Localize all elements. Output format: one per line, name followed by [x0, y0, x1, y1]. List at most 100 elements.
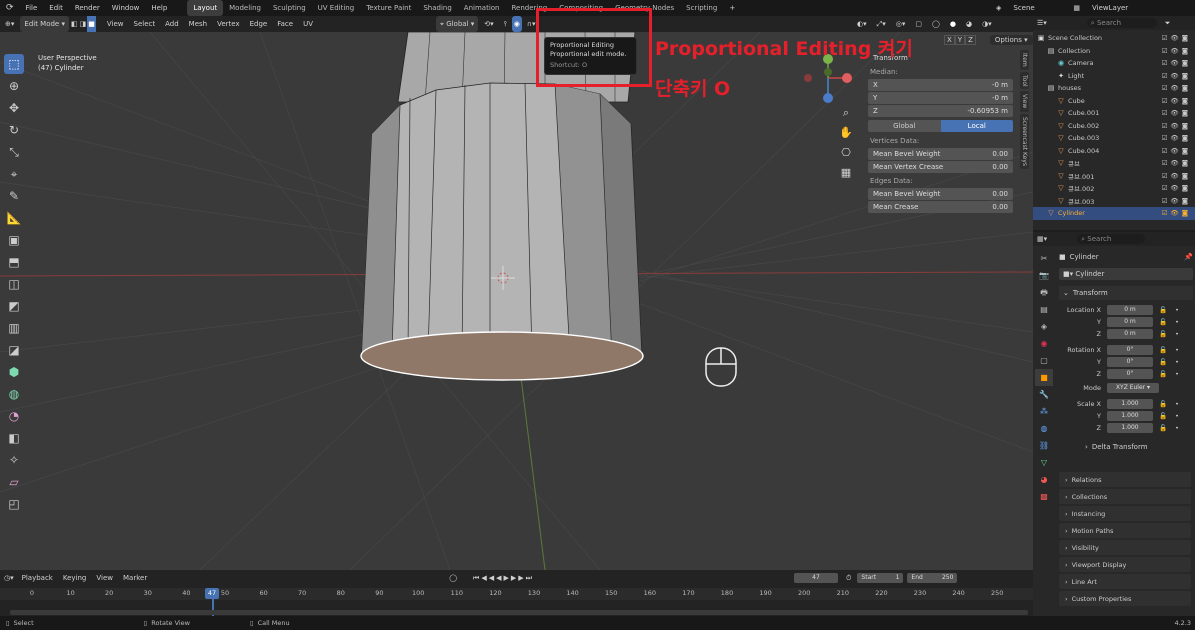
- rip-tool-icon[interactable]: ◰: [4, 494, 24, 514]
- camera-render-icon[interactable]: ◙: [1182, 122, 1191, 130]
- outliner-item[interactable]: ▽ Cube.004 ☑👁◙: [1033, 145, 1195, 158]
- workspace-tab-texture-paint[interactable]: Texture Paint: [360, 0, 417, 16]
- spin-tool-icon[interactable]: ◍: [4, 384, 24, 404]
- menu-window[interactable]: Window: [106, 0, 146, 16]
- particles-tab-icon[interactable]: ⁂: [1035, 403, 1053, 420]
- header-menu-uv[interactable]: UV: [298, 16, 318, 32]
- visibility-icon[interactable]: ◐▾: [852, 16, 872, 32]
- camera-render-icon[interactable]: ◙: [1182, 197, 1191, 205]
- lock-icon[interactable]: 🔓: [1159, 424, 1167, 432]
- outliner-editor-icon[interactable]: ☰▾: [1037, 19, 1047, 27]
- camera-render-icon[interactable]: ◙: [1182, 159, 1191, 167]
- select-mode-face-icon[interactable]: ■: [87, 16, 96, 32]
- keyframe-dot-icon[interactable]: •: [1175, 306, 1179, 314]
- data-tab-icon[interactable]: ▽: [1035, 454, 1053, 471]
- lock-icon[interactable]: 🔓: [1159, 358, 1167, 366]
- edge-slide-tool-icon[interactable]: ◧: [4, 428, 24, 448]
- loop-cut-tool-icon[interactable]: ▥: [4, 318, 24, 338]
- object-tab-icon[interactable]: ■: [1035, 369, 1053, 386]
- header-menu-face[interactable]: Face: [272, 16, 298, 32]
- timeline-scrollbar[interactable]: [10, 610, 1028, 615]
- menu-render[interactable]: Render: [69, 0, 106, 16]
- xray-icon[interactable]: ▢: [910, 16, 927, 32]
- snap-icon[interactable]: ⫯: [499, 16, 512, 32]
- keyframe-dot-icon[interactable]: •: [1175, 424, 1179, 432]
- outliner-item[interactable]: ▽ 큐브.001 ☑👁◙: [1033, 170, 1195, 183]
- timeline-menu-view[interactable]: View: [96, 574, 113, 582]
- header-menu-mesh[interactable]: Mesh: [184, 16, 212, 32]
- shading-render-icon[interactable]: ◑▾: [977, 16, 997, 32]
- npanel-tab-tool[interactable]: Tool: [1020, 71, 1029, 90]
- eye-icon[interactable]: 👁: [1170, 47, 1181, 55]
- mode-dropdown[interactable]: Edit Mode ▾: [20, 16, 69, 32]
- outliner-item[interactable]: ▽ Cube.003 ☑👁◙: [1033, 132, 1195, 145]
- ortho-grid-icon[interactable]: ▦: [838, 166, 854, 186]
- keyframe-dot-icon[interactable]: •: [1175, 400, 1179, 408]
- outliner-item[interactable]: ◉ Camera ☑👁◙: [1033, 57, 1195, 70]
- lock-icon[interactable]: 🔓: [1159, 306, 1167, 314]
- workspace-tab-uv-editing[interactable]: UV Editing: [312, 0, 361, 16]
- add-workspace-icon[interactable]: +: [723, 0, 741, 16]
- npanel-tab-screencast-keys[interactable]: Screencast Keys: [1020, 113, 1029, 169]
- camera-render-icon[interactable]: ◙: [1182, 209, 1191, 217]
- extrude-tool-icon[interactable]: ⬒: [4, 252, 24, 272]
- world-tab-icon[interactable]: ◉: [1035, 335, 1053, 352]
- property-value-field[interactable]: 1.000: [1107, 423, 1153, 433]
- outliner-item[interactable]: ▣ Scene Collection ☑👁◙: [1033, 32, 1195, 45]
- scene-selector[interactable]: ◈ Scene ▦ ViewLayer: [990, 0, 1134, 16]
- section-viewport-display[interactable]: › Viewport Display: [1059, 557, 1191, 572]
- npanel-field[interactable]: Z -0.60953 m: [868, 105, 1013, 117]
- view-layer-tab-icon[interactable]: ▤: [1035, 301, 1053, 318]
- npanel-field[interactable]: Mean Bevel Weight 0.00: [868, 188, 1013, 200]
- property-value-field[interactable]: 0 m: [1107, 305, 1153, 315]
- outliner-search[interactable]: ⌕ Search: [1086, 18, 1157, 28]
- properties-editor-icon[interactable]: ▦▾: [1037, 235, 1047, 243]
- render-tab-icon[interactable]: 📷: [1035, 267, 1053, 284]
- pin-icon[interactable]: 📌: [1184, 253, 1193, 261]
- object-name-field[interactable]: ■▾ Cylinder: [1059, 268, 1193, 280]
- current-frame-field[interactable]: 47: [793, 573, 838, 583]
- rotate-tool-icon[interactable]: ↻: [4, 120, 24, 140]
- keyframe-dot-icon[interactable]: •: [1175, 330, 1179, 338]
- options-dropdown[interactable]: Options ▾: [989, 35, 1033, 45]
- header-menu-view[interactable]: View: [102, 16, 129, 32]
- rotation-mode-dropdown[interactable]: XYZ Euler ▾: [1107, 383, 1159, 393]
- bevel-tool-icon[interactable]: ◩: [4, 296, 24, 316]
- shear-tool-icon[interactable]: ▱: [4, 472, 24, 492]
- timeline-menu-playback[interactable]: Playback: [22, 574, 53, 582]
- move-tool-icon[interactable]: ✥: [4, 98, 24, 118]
- npanel-field[interactable]: Mean Bevel Weight 0.00: [868, 148, 1013, 160]
- select-box-tool-icon[interactable]: ⬚: [4, 54, 24, 74]
- npanel-field[interactable]: Mean Crease 0.00: [868, 201, 1013, 213]
- proportional-editing-icon[interactable]: ◉: [511, 16, 522, 32]
- shading-material-icon[interactable]: ◕: [961, 16, 977, 32]
- outliner-item[interactable]: ▽ Cube.001 ☑👁◙: [1033, 107, 1195, 120]
- camera-render-icon[interactable]: ◙: [1182, 84, 1191, 92]
- constraints-tab-icon[interactable]: ⛓: [1035, 437, 1053, 454]
- shading-solid-icon[interactable]: ●: [945, 16, 961, 32]
- lock-icon[interactable]: 🔓: [1159, 370, 1167, 378]
- outliner-item[interactable]: ▽ Cube ☑👁◙: [1033, 95, 1195, 108]
- global-button[interactable]: Global: [868, 120, 941, 132]
- section-custom-properties[interactable]: › Custom Properties: [1059, 591, 1191, 606]
- timeline-menu-marker[interactable]: Marker: [123, 574, 147, 582]
- eye-icon[interactable]: 👁: [1170, 84, 1181, 92]
- scale-tool-icon[interactable]: ⤡: [4, 142, 24, 162]
- header-menu-edge[interactable]: Edge: [245, 16, 273, 32]
- eye-icon[interactable]: 👁: [1170, 147, 1181, 155]
- poly-build-tool-icon[interactable]: ⬢: [4, 362, 24, 382]
- properties-search[interactable]: ⌕ Search: [1077, 234, 1146, 244]
- eye-icon[interactable]: 👁: [1170, 184, 1181, 192]
- workspace-tab-layout[interactable]: Layout: [187, 0, 224, 16]
- keyframe-dot-icon[interactable]: •: [1175, 412, 1179, 420]
- npanel-field[interactable]: Mean Vertex Crease 0.00: [868, 161, 1013, 173]
- property-value-field[interactable]: 0 m: [1107, 317, 1153, 327]
- gizmo-icon[interactable]: ⤢▾: [872, 16, 891, 32]
- camera-render-icon[interactable]: ◙: [1182, 109, 1191, 117]
- modifier-tab-icon[interactable]: 🔧: [1035, 386, 1053, 403]
- outliner-item[interactable]: ▽ 큐브 ☑👁◙: [1033, 157, 1195, 170]
- local-button[interactable]: Local: [940, 120, 1013, 132]
- select-mode-vertex-icon[interactable]: ◧: [70, 16, 79, 32]
- keyframe-dot-icon[interactable]: •: [1175, 346, 1179, 354]
- camera-render-icon[interactable]: ◙: [1182, 47, 1191, 55]
